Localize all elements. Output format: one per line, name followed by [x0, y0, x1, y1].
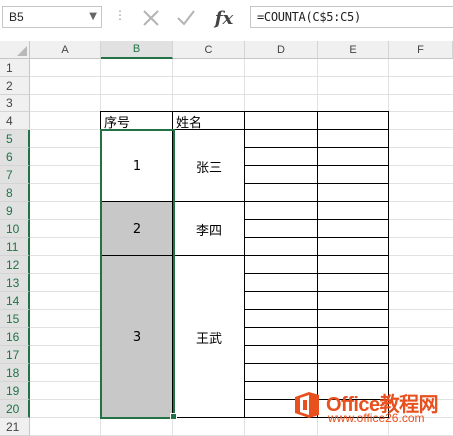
name-box-value[interactable]: B5 [9, 10, 24, 24]
cell-seq-1[interactable]: 1 [101, 130, 173, 202]
row-header-9[interactable]: 9 [0, 202, 30, 220]
row-header-21[interactable]: 21 [0, 418, 30, 436]
row-header-14[interactable]: 14 [0, 292, 30, 310]
check-icon [177, 10, 195, 26]
column-header-b[interactable]: B [101, 41, 173, 59]
row-header-1[interactable]: 1 [0, 59, 30, 77]
row-header-10[interactable]: 10 [0, 220, 30, 238]
row-header-11[interactable]: 11 [0, 238, 30, 256]
watermark: Office教程网 www.office26.com [292, 388, 452, 436]
enter-button[interactable] [174, 5, 198, 31]
cell-seq-3[interactable]: 3 [101, 256, 173, 418]
cell-seq-2[interactable]: 2 [101, 202, 173, 256]
row-header-7[interactable]: 7 [0, 166, 30, 184]
formula-text[interactable]: =COUNTA(C$5:C5) [257, 10, 361, 24]
row-header-12[interactable]: 12 [0, 256, 30, 274]
watermark-url: www.office26.com [328, 411, 425, 425]
more-icon: ⋮ [114, 8, 126, 22]
cell-header-seq[interactable]: 序号 [101, 112, 173, 131]
row-header-8[interactable]: 8 [0, 184, 30, 202]
cell-name-2[interactable]: 李四 [173, 202, 245, 256]
row-header-2[interactable]: 2 [0, 77, 30, 95]
fill-handle[interactable] [170, 413, 177, 420]
column-header-e[interactable]: E [318, 41, 389, 59]
cell-header-name[interactable]: 姓名 [173, 112, 245, 131]
formula-input[interactable]: =COUNTA(C$5:C5) [250, 6, 453, 28]
formula-bar: B5 ▼ ⋮ fx =COUNTA(C$5:C5) [0, 0, 453, 38]
close-icon [143, 10, 159, 26]
row-header-13[interactable]: 13 [0, 274, 30, 292]
chevron-down-icon[interactable]: ▼ [89, 11, 97, 22]
cell-name-3[interactable]: 王武 [173, 256, 245, 418]
row-header-3[interactable]: 3 [0, 95, 30, 112]
office-logo-icon [295, 392, 319, 418]
cancel-button[interactable] [139, 5, 163, 31]
row-header-6[interactable]: 6 [0, 148, 30, 166]
row-header-17[interactable]: 17 [0, 346, 30, 364]
column-header-a[interactable]: A [30, 41, 101, 59]
row-header-15[interactable]: 15 [0, 310, 30, 328]
column-header-c[interactable]: C [173, 41, 245, 59]
select-all-icon [17, 46, 27, 56]
select-all-button[interactable] [0, 41, 30, 59]
row-header-4[interactable]: 4 [0, 112, 30, 130]
row-header-18[interactable]: 18 [0, 364, 30, 382]
row-header-20[interactable]: 20 [0, 400, 30, 418]
column-header-f[interactable]: F [389, 41, 453, 59]
row-header-5[interactable]: 5 [0, 130, 30, 148]
cell-name-1[interactable]: 张三 [173, 130, 245, 202]
column-header-d[interactable]: D [245, 41, 318, 59]
row-header-19[interactable]: 19 [0, 382, 30, 400]
insert-function-button[interactable]: fx [212, 5, 236, 31]
row-header-16[interactable]: 16 [0, 328, 30, 346]
name-box[interactable]: B5 ▼ [2, 6, 102, 28]
